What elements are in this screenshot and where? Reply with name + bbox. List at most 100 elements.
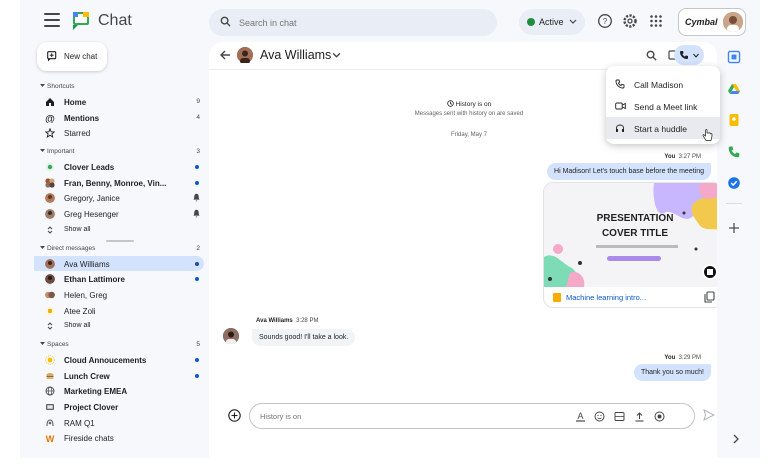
main-menu-icon[interactable] <box>44 13 60 27</box>
chevron-right-icon[interactable] <box>729 432 743 446</box>
message-time: 3:28 PM <box>296 318 319 324</box>
sidebar-item-lunch-crew[interactable]: Lunch Crew <box>34 368 204 384</box>
calendar-icon[interactable] <box>727 50 741 64</box>
sidebar-item-group-chat[interactable]: Fran, Benny, Monroe, Vin... <box>34 175 204 191</box>
slide-pill <box>607 256 661 261</box>
section-title: Shortcuts <box>47 83 75 90</box>
sidebar-item-starred[interactable]: Starred <box>34 125 204 141</box>
menu-item-meet-link[interactable]: Send a Meet link <box>606 95 720 117</box>
svg-text:W: W <box>46 434 55 443</box>
help-icon[interactable]: ? <box>597 13 613 29</box>
present-icon[interactable] <box>702 264 717 280</box>
attachment-file-name[interactable]: Machine learning intro... <box>566 293 646 302</box>
call-options-button[interactable] <box>674 45 704 65</box>
app-title: Chat <box>98 12 132 29</box>
sidebar-item-ram-q1[interactable]: RAM Q1 <box>34 415 204 431</box>
avatar <box>45 274 55 285</box>
menu-item-label: Start a huddle <box>634 124 687 134</box>
search-input[interactable] <box>239 14 479 32</box>
account-switcher[interactable]: Cymbal <box>678 8 746 36</box>
sidebar-item-label: Starred <box>64 129 91 139</box>
sidebar-scroll-handle[interactable] <box>106 240 134 242</box>
sidebar-item-ava-williams[interactable]: Ava Williams <box>34 255 204 272</box>
phone-icon <box>615 79 625 89</box>
sidebar-item-atee-zoli[interactable]: Atee Zoli <box>34 303 204 319</box>
sidebar-item-home[interactable]: Home 9 <box>34 94 204 110</box>
group-avatar-icon <box>45 178 55 188</box>
sidebar-item-label: RAM Q1 <box>64 418 95 428</box>
sidebar-item-label: Ava Williams <box>64 259 110 269</box>
sender-name: You <box>664 355 676 361</box>
section-header-shortcuts[interactable]: Shortcuts <box>34 80 204 94</box>
search-bar[interactable] <box>209 9 497 36</box>
video-icon <box>615 102 626 110</box>
slides-file-icon <box>553 293 561 302</box>
chevron-down-icon[interactable] <box>332 50 341 59</box>
apps-grid-icon[interactable] <box>648 13 664 29</box>
sidebar-item-clover-leads[interactable]: Clover Leads <box>34 159 204 175</box>
message-time: 3:29 PM <box>678 355 701 361</box>
hand-cursor-icon <box>702 129 713 141</box>
slide-thumbnail[interactable]: PRESENTATION COVER TITLE <box>544 183 717 287</box>
new-chat-button[interactable]: New chat <box>37 42 107 71</box>
send-icon[interactable] <box>703 409 715 421</box>
show-all-direct[interactable]: Show all <box>34 318 204 334</box>
sidebar-item-ethan-lattimore[interactable]: Ethan Lattimore <box>34 271 204 287</box>
svg-text:?: ? <box>603 17 608 26</box>
space-burger-icon <box>46 372 54 379</box>
message-composer[interactable]: A <box>249 403 695 429</box>
sidebar-item-marketing-emea[interactable]: Marketing EMEA <box>34 383 204 399</box>
caret-down-icon <box>40 341 45 345</box>
drive-icon[interactable] <box>727 82 741 96</box>
phone-icon <box>680 51 688 59</box>
emoji-icon[interactable] <box>594 411 605 422</box>
sidebar-item-fireside-chats[interactable]: W Fireside chats <box>34 430 204 446</box>
sender-name: You <box>664 154 676 160</box>
section-header-direct-messages[interactable]: Direct messages 2 <box>34 242 204 256</box>
message-input[interactable] <box>260 409 510 424</box>
section-header-important[interactable]: Important 3 <box>34 145 204 159</box>
conversation-title[interactable]: Ava Williams <box>260 48 331 62</box>
keep-icon[interactable] <box>727 113 741 127</box>
record-video-icon[interactable] <box>654 411 665 422</box>
gif-icon[interactable] <box>614 411 625 422</box>
add-attachment-icon[interactable] <box>228 409 241 422</box>
sidebar-item-project-clover[interactable]: Project Clover <box>34 399 204 415</box>
slide-title-line-1: PRESENTATION <box>596 213 674 224</box>
sidebar-item-cloud-announcements[interactable]: Cloud Annoucements <box>34 352 204 368</box>
back-arrow-icon[interactable] <box>219 49 231 61</box>
section-header-spaces[interactable]: Spaces 5 <box>34 338 204 352</box>
sidebar-item-label: Greg Hesenger <box>64 210 119 220</box>
sidebar-item-greg-hesenger[interactable]: Greg Hesenger <box>34 206 204 222</box>
menu-item-label: Send a Meet link <box>634 102 698 112</box>
sidebar-item-helen-greg[interactable]: Helen, Greg <box>34 287 204 303</box>
sidebar-item-mentions[interactable]: @ Mentions 4 <box>34 110 204 126</box>
voice-icon[interactable] <box>727 145 741 159</box>
section-title: Important <box>47 148 75 156</box>
caret-down-icon <box>40 245 45 249</box>
section-count: 3 <box>196 148 200 156</box>
menu-item-call[interactable]: Call Madison <box>606 73 720 95</box>
tasks-icon[interactable] <box>727 176 741 190</box>
format-text-icon[interactable]: A <box>575 411 586 422</box>
new-chat-label: New chat <box>64 52 98 61</box>
expand-icon <box>47 226 53 234</box>
message-meta: Ava Williams 3:28 PM <box>256 318 318 324</box>
space-project-icon <box>46 404 54 410</box>
top-bar: Chat Active ? Cymbal <box>20 0 760 44</box>
show-all-important[interactable]: Show all <box>34 222 204 238</box>
sidebar-item-gregory-janice[interactable]: Gregory, Janice <box>34 190 204 206</box>
slide-title-line-2: COVER TITLE <box>601 228 669 239</box>
search-icon[interactable] <box>646 50 657 61</box>
avatar <box>45 209 55 220</box>
attachment-card[interactable]: PRESENTATION COVER TITLE Machine learnin… <box>543 182 717 308</box>
sidebar-item-label: Marketing EMEA <box>64 387 128 397</box>
copy-icon[interactable] <box>704 291 715 303</box>
chat-logo-icon <box>73 12 89 30</box>
message-bubble-outgoing: Thank you so much! <box>633 364 711 381</box>
settings-gear-icon[interactable] <box>622 13 638 29</box>
sidebar-item-label: Show all <box>64 322 91 330</box>
status-dropdown[interactable]: Active <box>519 9 585 35</box>
add-icon[interactable] <box>727 221 741 235</box>
upload-icon[interactable] <box>634 411 645 422</box>
